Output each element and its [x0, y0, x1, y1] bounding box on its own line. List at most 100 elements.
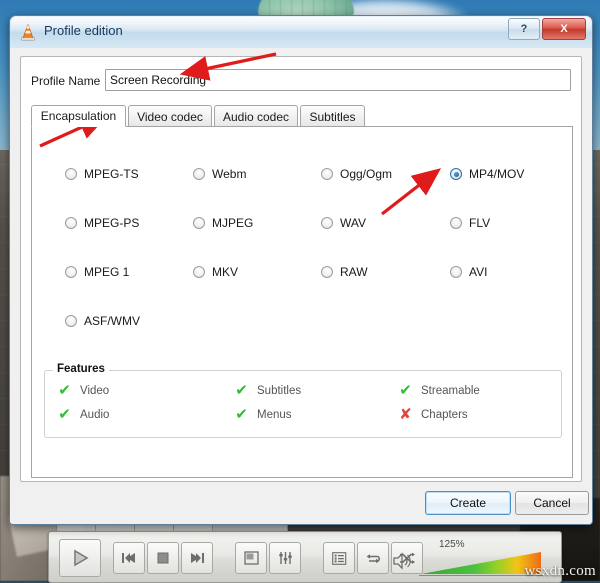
vlc-control-bar: 125%	[48, 531, 562, 583]
feature-chapters: ✘ Chapters	[398, 406, 468, 423]
radio-mjpeg[interactable]: MJPEG	[193, 216, 253, 230]
check-icon: ✔	[58, 406, 71, 423]
feature-label: Audio	[80, 408, 110, 421]
stop-icon	[157, 552, 169, 564]
tab-video-codec[interactable]: Video codec	[128, 105, 212, 127]
cancel-button[interactable]: Cancel	[515, 491, 589, 515]
create-button[interactable]: Create	[425, 491, 511, 515]
feature-label: Subtitles	[257, 384, 302, 397]
features-legend: Features	[53, 363, 109, 375]
encapsulation-panel: MPEG-TS Webm Ogg/Ogm MP4/MOV MPEG-PS MJP…	[31, 126, 573, 478]
radio-label: Ogg/Ogm	[340, 167, 393, 181]
dialog-title: Profile edition	[44, 23, 123, 38]
radio-label: WAV	[340, 216, 366, 230]
feature-label: Streamable	[421, 384, 480, 397]
feature-label: Video	[80, 384, 110, 397]
radio-label: Webm	[212, 167, 247, 181]
radio-ogg-ogm[interactable]: Ogg/Ogm	[321, 167, 392, 181]
radio-label: MPEG-PS	[84, 216, 140, 230]
radio-webm[interactable]: Webm	[193, 167, 246, 181]
tab-encapsulation[interactable]: Encapsulation	[31, 105, 126, 127]
play-icon	[74, 549, 89, 567]
radio-wav[interactable]: WAV	[321, 216, 366, 230]
site-watermark: wsxdn.com	[524, 563, 596, 579]
fullscreen-button[interactable]	[235, 542, 267, 574]
radio-indicator	[450, 266, 462, 278]
profile-name-label: Profile Name	[31, 74, 101, 88]
radio-indicator	[193, 217, 205, 229]
radio-indicator-selected	[450, 168, 462, 180]
window-buttons: ? X	[508, 18, 586, 40]
radio-avi[interactable]: AVI	[450, 265, 487, 279]
check-icon: ✔	[58, 382, 71, 399]
radio-raw[interactable]: RAW	[321, 265, 368, 279]
radio-indicator	[65, 217, 77, 229]
encapsulation-options: MPEG-TS Webm Ogg/Ogm MP4/MOV MPEG-PS MJP…	[32, 127, 572, 357]
profile-name-row: Profile Name	[31, 69, 573, 93]
radio-mpeg-ps[interactable]: MPEG-PS	[65, 216, 139, 230]
radio-flv[interactable]: FLV	[450, 216, 490, 230]
stop-button[interactable]	[147, 542, 179, 574]
radio-indicator	[65, 266, 77, 278]
previous-icon	[122, 553, 135, 563]
feature-video: ✔ Video	[57, 383, 109, 398]
dialog-inner-panel: Profile Name Encapsulation Video codec A…	[20, 56, 582, 482]
feature-menus: ✔ Menus	[234, 406, 292, 423]
playlist-button[interactable]	[323, 542, 355, 574]
radio-indicator	[193, 266, 205, 278]
radio-indicator	[321, 168, 333, 180]
playlist-icon	[331, 551, 346, 565]
radio-label: MKV	[212, 265, 239, 279]
next-button[interactable]	[181, 542, 213, 574]
radio-label: FLV	[469, 216, 491, 230]
next-icon	[191, 553, 204, 563]
dialog-content: Profile Name Encapsulation Video codec A…	[10, 48, 592, 524]
feature-streamable: ✔ Streamable	[398, 383, 480, 398]
feature-subtitles: ✔ Subtitles	[234, 383, 301, 398]
equalizer-icon	[278, 552, 292, 564]
tab-subtitles[interactable]: Subtitles	[300, 105, 365, 127]
radio-indicator	[193, 168, 205, 180]
fullscreen-icon	[243, 551, 259, 565]
check-icon: ✔	[235, 382, 248, 399]
radio-label: MJPEG	[212, 216, 254, 230]
radio-label: MPEG-TS	[84, 167, 139, 181]
radio-asf-wmv[interactable]: ASF/WMV	[65, 314, 140, 328]
profile-edition-dialog: Profile edition ? X Profile Name Encapsu…	[9, 15, 593, 525]
radio-label: MPEG 1	[84, 265, 130, 279]
radio-mkv[interactable]: MKV	[193, 265, 238, 279]
close-button[interactable]: X	[542, 18, 586, 40]
radio-label: ASF/WMV	[84, 314, 140, 328]
radio-mpeg-1[interactable]: MPEG 1	[65, 265, 129, 279]
previous-button[interactable]	[113, 542, 145, 574]
tab-audio-codec[interactable]: Audio codec	[214, 105, 298, 127]
radio-label: MP4/MOV	[469, 167, 525, 181]
vlc-cone-icon	[21, 24, 35, 41]
radio-label: AVI	[469, 265, 488, 279]
play-button[interactable]	[59, 539, 101, 577]
radio-indicator	[321, 266, 333, 278]
cross-icon: ✘	[399, 406, 412, 423]
volume-icon[interactable]	[393, 552, 413, 570]
loop-icon	[366, 553, 381, 563]
feature-audio: ✔ Audio	[57, 407, 109, 422]
loop-button[interactable]	[357, 542, 389, 574]
check-icon: ✔	[235, 406, 248, 423]
radio-mpeg-ts[interactable]: MPEG-TS	[65, 167, 139, 181]
help-button[interactable]: ?	[508, 18, 540, 40]
volume-percent: 125%	[439, 539, 465, 550]
radio-mp4-mov[interactable]: MP4/MOV	[450, 167, 524, 181]
radio-label: RAW	[340, 265, 368, 279]
profile-name-input[interactable]	[105, 69, 571, 91]
radio-indicator	[65, 168, 77, 180]
radio-indicator	[450, 217, 462, 229]
features-groupbox: Features ✔ Video ✔ Subtitles ✔ Streamabl…	[44, 363, 562, 438]
feature-label: Chapters	[421, 408, 468, 421]
radio-indicator	[65, 315, 77, 327]
equalizer-button[interactable]	[269, 542, 301, 574]
check-icon: ✔	[399, 382, 412, 399]
dialog-title-bar[interactable]: Profile edition ? X	[10, 16, 592, 49]
feature-label: Menus	[257, 408, 292, 421]
tab-bar: Encapsulation Video codec Audio codec Su…	[31, 105, 573, 127]
radio-indicator	[321, 217, 333, 229]
